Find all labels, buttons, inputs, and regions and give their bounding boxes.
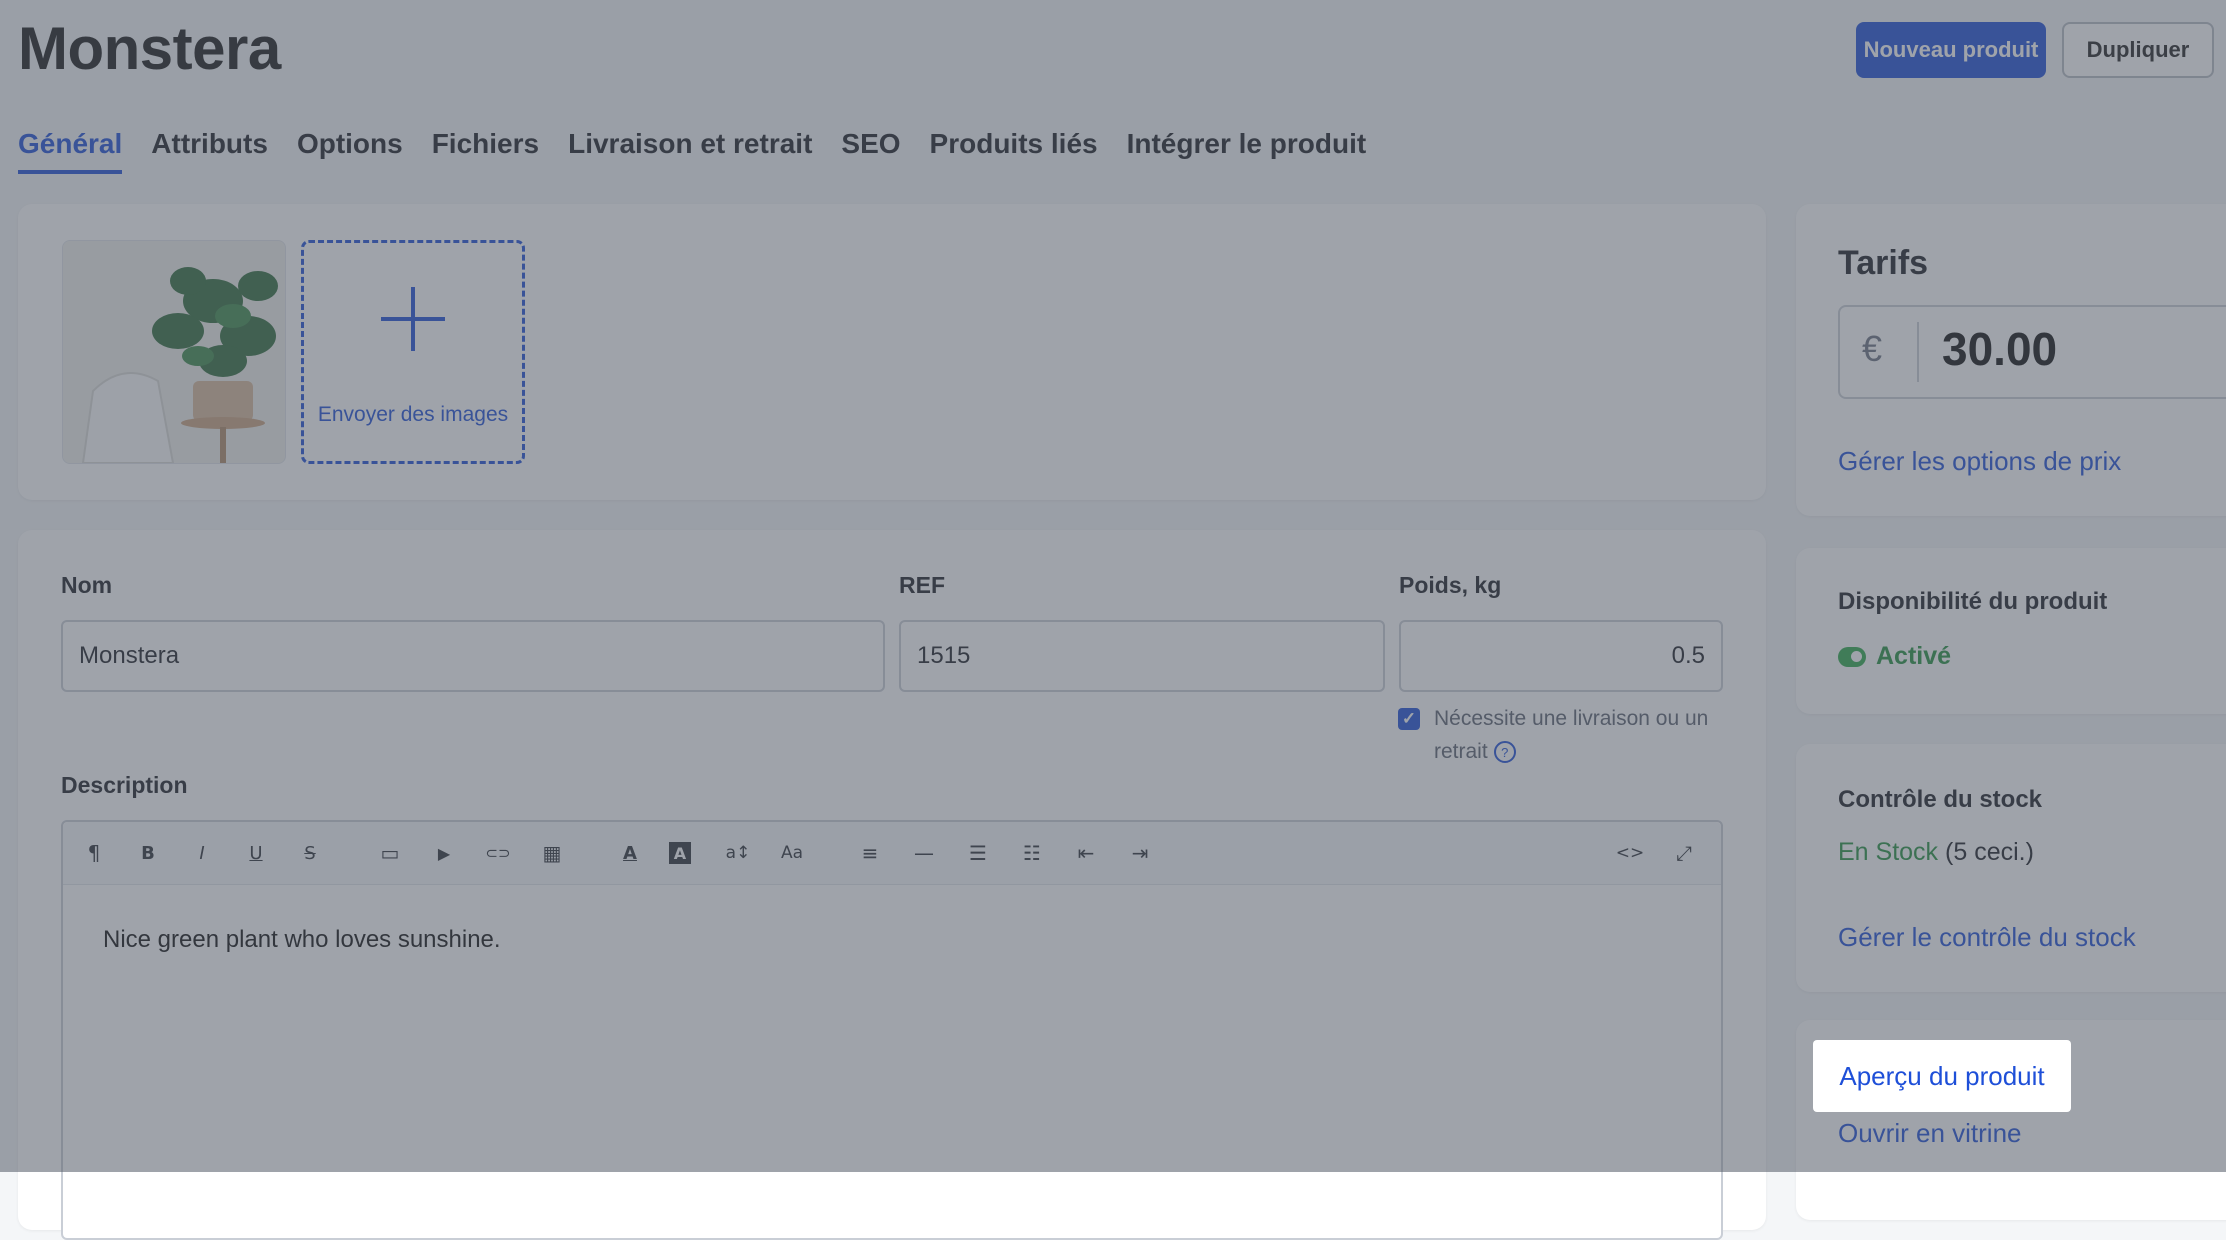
new-product-button[interactable]: Nouveau produit: [1856, 22, 2046, 78]
background-color-icon[interactable]: A: [669, 842, 691, 864]
currency-symbol: €: [1862, 328, 1883, 369]
tab-files[interactable]: Fichiers: [432, 128, 539, 174]
upload-images-label: Envoyer des images: [317, 403, 509, 426]
page-title: Monstera: [18, 15, 281, 82]
weight-input[interactable]: [1399, 620, 1723, 692]
description-label: Description: [61, 772, 188, 798]
tab-shipping[interactable]: Livraison et retrait: [568, 128, 812, 174]
shipping-checkbox-text-2: retrait: [1434, 740, 1488, 763]
description-text[interactable]: Nice green plant who loves sunshine.: [103, 926, 501, 954]
manage-price-options-link[interactable]: Gérer les options de prix: [1838, 446, 2121, 477]
fullscreen-icon[interactable]: ⤢: [1669, 838, 1699, 868]
product-image-thumbnail[interactable]: [62, 240, 286, 464]
tab-related-products[interactable]: Produits liés: [930, 128, 1098, 174]
stock-status-line: En Stock (5 ceci.): [1838, 838, 2034, 867]
shipping-checkbox[interactable]: ✓: [1398, 708, 1420, 730]
duplicate-button[interactable]: Dupliquer: [2062, 22, 2214, 78]
open-storefront-link[interactable]: Ouvrir en vitrine: [1838, 1118, 2022, 1149]
stock-title: Contrôle du stock: [1838, 786, 2043, 813]
underline-icon[interactable]: U: [241, 838, 271, 868]
manage-stock-link[interactable]: Gérer le contrôle du stock: [1838, 922, 2136, 953]
product-preview-link[interactable]: Aperçu du produit: [1813, 1040, 2071, 1112]
help-icon[interactable]: ?: [1493, 741, 1516, 764]
paragraph-icon[interactable]: ¶: [79, 838, 109, 868]
availability-toggle[interactable]: [1838, 647, 1866, 667]
shipping-checkbox-label: Nécessite une livraison ou un retrait?: [1434, 702, 1734, 768]
video-icon[interactable]: ▶: [429, 838, 459, 868]
strikethrough-icon[interactable]: S: [295, 838, 325, 868]
name-label: Nom: [61, 572, 113, 598]
description-editor: ¶ B I U S ▭ ▶ ⊂⊃ ▦ A A a↕ Aa ≡ — ☰ ☷ ⇤ ⇥…: [61, 820, 1723, 1240]
table-icon[interactable]: ▦: [537, 838, 567, 868]
name-input[interactable]: [61, 620, 885, 692]
stock-count: (5 ceci.): [1945, 838, 2034, 866]
tab-bar: Général Attributs Options Fichiers Livra…: [18, 128, 1395, 174]
numbered-list-icon[interactable]: ☷: [1017, 838, 1047, 868]
image-icon[interactable]: ▭: [375, 838, 405, 868]
upload-images-button[interactable]: Envoyer des images: [301, 240, 525, 464]
shipping-checkbox-text-1: Nécessite une livraison ou un: [1434, 707, 1709, 730]
bold-icon[interactable]: B: [133, 838, 163, 868]
weight-label: Poids, kg: [1399, 572, 1502, 598]
link-icon[interactable]: ⊂⊃: [483, 838, 513, 868]
tab-seo[interactable]: SEO: [841, 128, 900, 174]
bulleted-list-icon[interactable]: ☰: [963, 838, 993, 868]
font-family-icon[interactable]: Aa: [777, 838, 807, 868]
ref-label: REF: [899, 572, 945, 598]
text-color-icon[interactable]: A: [615, 838, 645, 868]
price-value[interactable]: 30.00: [1942, 322, 2057, 376]
align-icon[interactable]: ≡: [855, 838, 885, 868]
ref-input[interactable]: [899, 620, 1385, 692]
tab-general[interactable]: Général: [18, 128, 123, 174]
tab-embed-product[interactable]: Intégrer le produit: [1127, 128, 1367, 174]
tab-attributes[interactable]: Attributs: [151, 128, 268, 174]
pricing-title: Tarifs: [1838, 244, 1929, 282]
code-view-icon[interactable]: <>: [1615, 838, 1645, 868]
indent-icon[interactable]: ⇥: [1125, 838, 1155, 868]
editor-toolbar: ¶ B I U S ▭ ▶ ⊂⊃ ▦ A A a↕ Aa ≡ — ☰ ☷ ⇤ ⇥…: [63, 822, 1721, 885]
horizontal-line-icon[interactable]: —: [909, 838, 939, 868]
italic-icon[interactable]: I: [187, 838, 217, 868]
tab-options[interactable]: Options: [297, 128, 403, 174]
availability-card: [1796, 548, 2226, 714]
plus-icon: [381, 287, 445, 351]
availability-status: Activé: [1876, 642, 1952, 670]
price-divider: [1917, 322, 1919, 382]
availability-title: Disponibilité du produit: [1838, 588, 2108, 615]
font-size-icon[interactable]: a↕: [723, 838, 753, 868]
plant-photo-icon: [63, 241, 285, 463]
outdent-icon[interactable]: ⇤: [1071, 838, 1101, 868]
stock-status: En Stock: [1838, 838, 1939, 866]
stock-card: [1796, 744, 2226, 992]
